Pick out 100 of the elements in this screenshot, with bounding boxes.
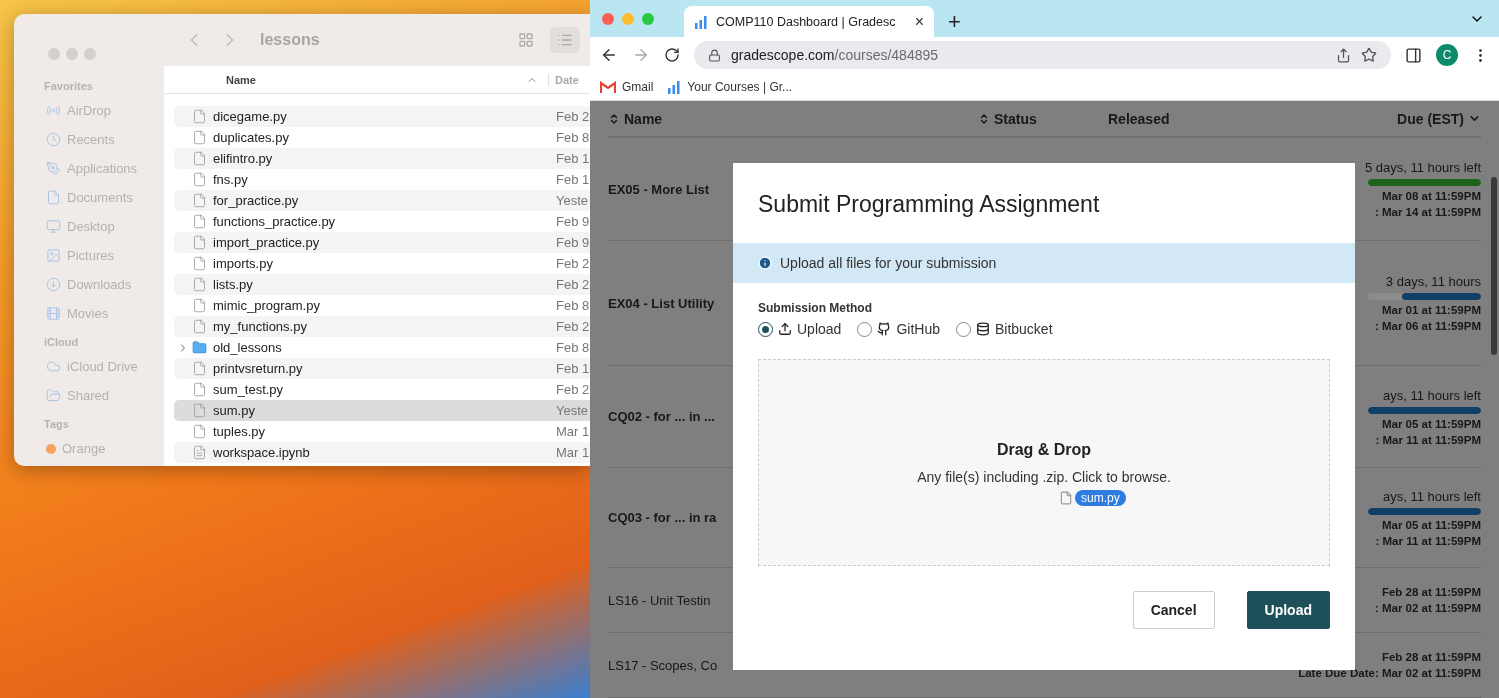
airdrop-icon: [46, 103, 61, 118]
file-icon: [192, 424, 207, 439]
due-date: Mar 08 at 11:59PM: [1381, 190, 1481, 202]
due-date: : Mar 11 at 11:59PM: [1375, 433, 1481, 446]
window-minimize-button[interactable]: [66, 48, 78, 60]
time-left: 3 days, 11 hours: [1385, 274, 1481, 289]
column-header: Released: [1108, 110, 1170, 127]
file-icon: [192, 256, 207, 271]
column-header[interactable]: Status: [978, 110, 1037, 127]
address-bar[interactable]: gradescope.com/courses/484895: [694, 41, 1391, 69]
file-name: import_practice.py: [213, 235, 321, 250]
file-icon: [192, 193, 207, 208]
file-date: Mar 1: [556, 424, 590, 439]
option-label: Upload: [797, 321, 842, 337]
due-date: : Mar 02 at 11:59PM: [1374, 602, 1481, 614]
file-name: sum.py: [213, 403, 256, 418]
picture-icon: [46, 248, 61, 263]
side-panel-icon[interactable]: [1405, 46, 1422, 64]
file-date: Feb 2: [556, 256, 590, 271]
method-option[interactable]: GitHub: [857, 321, 940, 337]
folder-icon: [192, 340, 207, 355]
file-row[interactable]: import_practice.py Feb 9: [174, 232, 590, 253]
column-header[interactable]: Name: [226, 73, 526, 86]
file-date: Feb 2: [556, 277, 590, 292]
applications-icon: [46, 161, 61, 176]
folder-title: lessons: [260, 31, 321, 49]
cancel-button[interactable]: Cancel: [1132, 591, 1215, 629]
file-row[interactable]: my_functions.py Feb 2: [174, 316, 590, 337]
file-name: for_practice.py: [213, 193, 300, 208]
tab-close-button[interactable]: ×: [914, 13, 924, 30]
file-date: Feb 9: [556, 214, 590, 229]
file-name: functions_practice.py: [213, 214, 337, 229]
file-date: Yeste: [556, 193, 590, 208]
file-row[interactable]: printvsreturn.py Feb 1: [174, 358, 590, 379]
field-label: Submission Method: [758, 301, 873, 315]
star-icon[interactable]: [1361, 47, 1377, 63]
file-name: sum_test.py: [213, 382, 285, 397]
reload-icon[interactable]: [664, 47, 680, 63]
file-name: printvsreturn.py: [213, 361, 304, 376]
file-name: mimic_program.py: [213, 298, 321, 313]
bookmark-link[interactable]: Your Courses | Gr...: [667, 79, 793, 94]
upload-button[interactable]: Upload: [1246, 591, 1330, 629]
download-icon: [46, 277, 61, 292]
assignment-name[interactable]: LS17 - Scopes, Co: [608, 657, 718, 673]
due-date: Feb 28 at 11:59PM: [1381, 586, 1481, 598]
file-row[interactable]: workspace.ipynb Mar 1: [174, 442, 590, 463]
file-row[interactable]: sum.py Yeste: [174, 400, 590, 421]
film-icon: [46, 306, 61, 321]
time-left: ays, 11 hours left: [1382, 488, 1481, 504]
file-icon: [192, 403, 207, 418]
window-minimize-button[interactable]: [622, 12, 634, 25]
scrollbar-thumb[interactable]: [1491, 177, 1497, 355]
document-icon: [192, 445, 207, 460]
file-icon: [192, 277, 207, 292]
back-icon[interactable]: [600, 46, 618, 64]
method-option[interactable]: Bitbucket: [955, 321, 1053, 337]
assignment-name[interactable]: EX05 - More List: [608, 181, 710, 197]
document-icon: [46, 190, 61, 205]
file-name: dicegame.py: [213, 109, 288, 124]
grid-view-icon[interactable]: [518, 32, 534, 48]
forward-icon[interactable]: [632, 46, 650, 64]
file-date: Yeste: [556, 403, 590, 418]
file-row[interactable]: for_practice.py Yeste: [174, 190, 590, 211]
window-zoom-button[interactable]: [642, 12, 654, 25]
column-header[interactable]: Name: [608, 110, 663, 127]
assignment-name[interactable]: CQ02 - for ... in ...: [608, 409, 715, 424]
file-row[interactable]: elifintro.py Feb 1: [174, 148, 590, 169]
url-text: gradescope.com/courses/484895: [731, 47, 940, 63]
file-icon: [192, 130, 207, 145]
window-close-button[interactable]: [602, 12, 614, 25]
option-label: GitHub: [896, 321, 940, 337]
time-left: ays, 11 hours left: [1382, 387, 1481, 403]
file-icon: [1059, 491, 1073, 505]
file-icon: [192, 109, 207, 124]
file-date: Feb 1: [556, 172, 590, 187]
drop-zone[interactable]: Drag & Drop Any file(s) including .zip. Click to browse. sum.py: [758, 359, 1330, 566]
bookmark-link[interactable]: Gmail: [600, 79, 654, 94]
assignment-name[interactable]: CQ03 - for ... in ra: [608, 510, 717, 525]
file-date: Mar 1: [556, 445, 590, 460]
file-date: Feb 1: [556, 361, 590, 376]
new-tab-button[interactable]: +: [948, 11, 961, 33]
list-view-button[interactable]: [550, 27, 580, 53]
window-close-button[interactable]: [48, 48, 60, 60]
assignment-name[interactable]: LS16 - Unit Testin: [608, 592, 711, 608]
assignment-name[interactable]: EX04 - List Utility: [608, 295, 715, 311]
file-row[interactable]: dicegame.py Feb 2: [174, 106, 590, 127]
clock-icon: [46, 132, 61, 147]
share-icon[interactable]: [1336, 47, 1351, 63]
file-row[interactable]: lists.py Feb 2: [174, 274, 590, 295]
due-date: : Mar 11 at 11:59PM: [1375, 534, 1481, 547]
tab-title: COMP110 Dashboard | Gradesc: [716, 14, 897, 29]
file-name: tuples.py: [213, 424, 267, 439]
column-header[interactable]: Due (EST): [1397, 110, 1481, 127]
method-option[interactable]: Upload: [758, 321, 842, 337]
window-zoom-button[interactable]: [84, 48, 96, 60]
browser-tab[interactable]: COMP110 Dashboard | Gradesc ×: [684, 6, 934, 37]
profile-avatar[interactable]: C: [1436, 44, 1458, 66]
cloud-icon: [46, 359, 61, 374]
file-date: Feb 2: [556, 319, 590, 334]
file-icon: [192, 172, 207, 187]
